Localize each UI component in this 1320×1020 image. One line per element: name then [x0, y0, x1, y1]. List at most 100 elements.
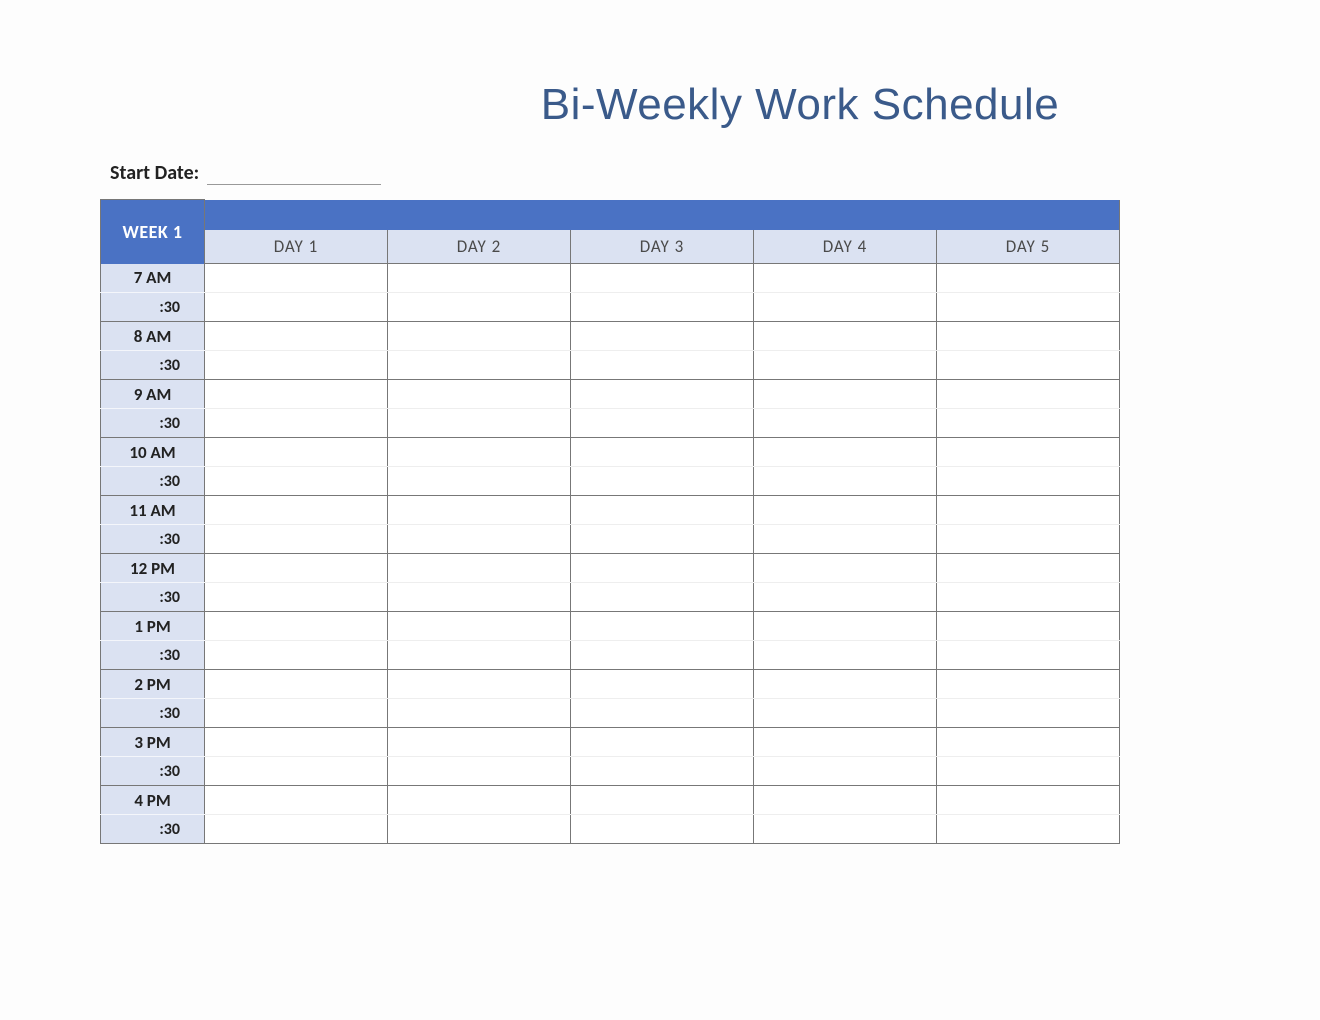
schedule-cell[interactable]	[388, 293, 571, 322]
schedule-cell[interactable]	[754, 728, 937, 757]
schedule-cell[interactable]	[388, 815, 571, 844]
start-date-input[interactable]	[207, 160, 381, 185]
schedule-cell[interactable]	[754, 554, 937, 583]
schedule-cell[interactable]	[754, 583, 937, 612]
schedule-cell[interactable]	[205, 351, 388, 380]
schedule-cell[interactable]	[754, 641, 937, 670]
schedule-cell[interactable]	[205, 380, 388, 409]
schedule-cell[interactable]	[937, 264, 1120, 293]
schedule-cell[interactable]	[205, 815, 388, 844]
schedule-cell[interactable]	[571, 525, 754, 554]
schedule-cell[interactable]	[754, 264, 937, 293]
schedule-cell[interactable]	[205, 728, 388, 757]
schedule-cell[interactable]	[205, 757, 388, 786]
schedule-cell[interactable]	[937, 815, 1120, 844]
schedule-cell[interactable]	[754, 351, 937, 380]
schedule-cell[interactable]	[754, 409, 937, 438]
schedule-cell[interactable]	[388, 409, 571, 438]
schedule-cell[interactable]	[205, 641, 388, 670]
schedule-cell[interactable]	[571, 380, 754, 409]
schedule-cell[interactable]	[388, 670, 571, 699]
schedule-cell[interactable]	[937, 786, 1120, 815]
schedule-cell[interactable]	[205, 786, 388, 815]
schedule-cell[interactable]	[571, 670, 754, 699]
schedule-cell[interactable]	[571, 728, 754, 757]
schedule-cell[interactable]	[754, 815, 937, 844]
schedule-cell[interactable]	[754, 467, 937, 496]
schedule-cell[interactable]	[571, 322, 754, 351]
schedule-cell[interactable]	[754, 786, 937, 815]
schedule-cell[interactable]	[571, 438, 754, 467]
schedule-cell[interactable]	[571, 815, 754, 844]
schedule-cell[interactable]	[571, 409, 754, 438]
schedule-cell[interactable]	[937, 670, 1120, 699]
schedule-cell[interactable]	[937, 409, 1120, 438]
schedule-cell[interactable]	[205, 525, 388, 554]
schedule-cell[interactable]	[388, 525, 571, 554]
schedule-cell[interactable]	[754, 322, 937, 351]
schedule-cell[interactable]	[937, 641, 1120, 670]
schedule-cell[interactable]	[388, 786, 571, 815]
schedule-cell[interactable]	[388, 496, 571, 525]
schedule-cell[interactable]	[205, 438, 388, 467]
schedule-cell[interactable]	[388, 612, 571, 641]
schedule-cell[interactable]	[571, 351, 754, 380]
schedule-cell[interactable]	[937, 583, 1120, 612]
schedule-cell[interactable]	[754, 525, 937, 554]
schedule-cell[interactable]	[571, 583, 754, 612]
schedule-cell[interactable]	[388, 438, 571, 467]
schedule-cell[interactable]	[205, 322, 388, 351]
schedule-cell[interactable]	[937, 351, 1120, 380]
schedule-cell[interactable]	[571, 554, 754, 583]
schedule-cell[interactable]	[937, 525, 1120, 554]
schedule-cell[interactable]	[205, 612, 388, 641]
schedule-cell[interactable]	[388, 554, 571, 583]
schedule-cell[interactable]	[754, 612, 937, 641]
schedule-cell[interactable]	[571, 264, 754, 293]
schedule-cell[interactable]	[754, 380, 937, 409]
schedule-cell[interactable]	[571, 786, 754, 815]
schedule-cell[interactable]	[388, 322, 571, 351]
schedule-cell[interactable]	[754, 757, 937, 786]
schedule-cell[interactable]	[205, 496, 388, 525]
schedule-cell[interactable]	[571, 496, 754, 525]
schedule-cell[interactable]	[205, 293, 388, 322]
schedule-cell[interactable]	[388, 728, 571, 757]
schedule-cell[interactable]	[388, 641, 571, 670]
schedule-cell[interactable]	[571, 612, 754, 641]
schedule-cell[interactable]	[754, 496, 937, 525]
schedule-cell[interactable]	[388, 380, 571, 409]
schedule-cell[interactable]	[937, 728, 1120, 757]
schedule-cell[interactable]	[388, 583, 571, 612]
schedule-cell[interactable]	[754, 699, 937, 728]
schedule-cell[interactable]	[388, 351, 571, 380]
schedule-cell[interactable]	[754, 670, 937, 699]
schedule-cell[interactable]	[937, 757, 1120, 786]
schedule-cell[interactable]	[205, 467, 388, 496]
schedule-cell[interactable]	[937, 467, 1120, 496]
schedule-cell[interactable]	[388, 699, 571, 728]
schedule-cell[interactable]	[388, 757, 571, 786]
schedule-cell[interactable]	[571, 641, 754, 670]
schedule-cell[interactable]	[937, 380, 1120, 409]
schedule-cell[interactable]	[571, 757, 754, 786]
schedule-cell[interactable]	[937, 438, 1120, 467]
schedule-cell[interactable]	[205, 554, 388, 583]
schedule-cell[interactable]	[205, 264, 388, 293]
schedule-cell[interactable]	[754, 438, 937, 467]
schedule-cell[interactable]	[937, 322, 1120, 351]
schedule-cell[interactable]	[937, 554, 1120, 583]
schedule-cell[interactable]	[571, 467, 754, 496]
schedule-cell[interactable]	[754, 293, 937, 322]
schedule-cell[interactable]	[205, 583, 388, 612]
schedule-cell[interactable]	[937, 293, 1120, 322]
schedule-cell[interactable]	[571, 699, 754, 728]
schedule-cell[interactable]	[937, 612, 1120, 641]
schedule-cell[interactable]	[388, 467, 571, 496]
schedule-cell[interactable]	[205, 699, 388, 728]
schedule-cell[interactable]	[205, 670, 388, 699]
schedule-cell[interactable]	[937, 699, 1120, 728]
schedule-cell[interactable]	[571, 293, 754, 322]
schedule-cell[interactable]	[205, 409, 388, 438]
schedule-cell[interactable]	[388, 264, 571, 293]
